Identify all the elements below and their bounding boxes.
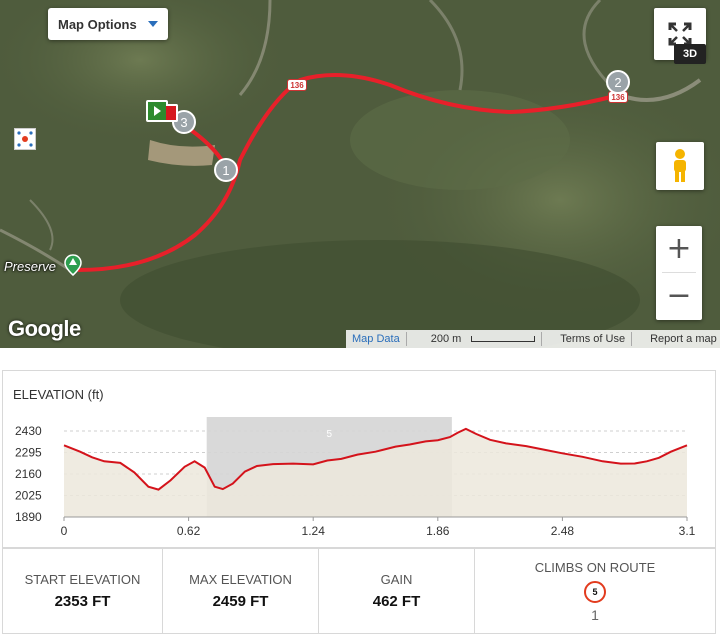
end-marker-icon[interactable] [166, 104, 178, 122]
stat-label: GAIN [380, 572, 413, 587]
route-stats: START ELEVATION 2353 FT MAX ELEVATION 24… [2, 548, 716, 634]
y-tick-label: 1890 [15, 510, 42, 524]
elevation-panel: ELEVATION (ft) 5 2430 2295 2160 2025 1890 00… [2, 370, 716, 548]
map-attribution-bar: Map Data 200 m Terms of Use Report a map… [346, 330, 720, 348]
stat-start-elevation: START ELEVATION 2353 FT [3, 549, 163, 633]
satellite-imagery [0, 0, 720, 348]
zoom-in-button[interactable]: + [656, 226, 702, 272]
google-logo: Google [8, 316, 81, 341]
park-pin-icon[interactable] [64, 254, 82, 276]
zoom-control: + − [656, 226, 702, 320]
stat-max-elevation: MAX ELEVATION 2459 FT [163, 549, 319, 633]
stat-value: 2353 FT [54, 593, 111, 610]
stat-gain: GAIN 462 FT [319, 549, 475, 633]
waypoint-marker-1[interactable]: 1 [214, 158, 238, 182]
x-tick-label: 2.48 [551, 524, 575, 538]
report-error-link[interactable]: Report a map error [644, 333, 720, 345]
x-tick-label: 1.86 [426, 524, 450, 538]
climb-category-icon[interactable]: 5 [584, 580, 606, 603]
3d-toggle-button[interactable]: 3D [674, 44, 706, 64]
place-label: Preserve [4, 259, 57, 274]
map-view[interactable]: 136 136 1 2 3 Preserve Map Options 3D + … [0, 0, 720, 348]
chevron-down-icon [148, 21, 158, 27]
stat-label: START ELEVATION [24, 572, 141, 587]
compass-icon[interactable] [14, 128, 36, 150]
map-options-dropdown[interactable]: Map Options [48, 8, 168, 40]
terms-link[interactable]: Terms of Use [554, 333, 631, 345]
x-tick-label: 0 [61, 524, 68, 538]
x-tick-label: 1.24 [302, 524, 326, 538]
map-data-link[interactable]: Map Data [346, 333, 406, 345]
map-options-label: Map Options [58, 16, 137, 32]
y-tick-label: 2025 [15, 489, 42, 503]
stat-label: MAX ELEVATION [189, 572, 292, 587]
pegman-icon [674, 149, 686, 182]
stat-climbs: CLIMBS ON ROUTE 5 1 [475, 549, 715, 633]
stat-value: 1 [591, 606, 599, 623]
start-flag-icon[interactable] [146, 100, 168, 122]
road-shield: 136 [287, 79, 307, 91]
x-tick-label: 3.1 [679, 524, 696, 538]
climb-highlight-label: 5 [326, 429, 332, 440]
stat-value: 462 FT [372, 593, 421, 610]
scale-indicator: 200 m [419, 333, 542, 345]
y-tick-label: 2295 [15, 446, 42, 460]
x-tick-label: 0.62 [177, 524, 201, 538]
y-tick-label: 2160 [15, 467, 42, 481]
stat-value: 2459 FT [212, 593, 269, 610]
elevation-chart[interactable]: 5 2430 2295 2160 2025 1890 0 0.62 1.24 1.86 2.48… [3, 371, 715, 547]
stat-label: CLIMBS ON ROUTE [534, 559, 656, 575]
zoom-out-button[interactable]: − [656, 273, 702, 319]
street-view-button[interactable] [656, 142, 704, 190]
y-tick-label: 2430 [15, 424, 42, 438]
waypoint-marker-2[interactable]: 2 [606, 70, 630, 94]
